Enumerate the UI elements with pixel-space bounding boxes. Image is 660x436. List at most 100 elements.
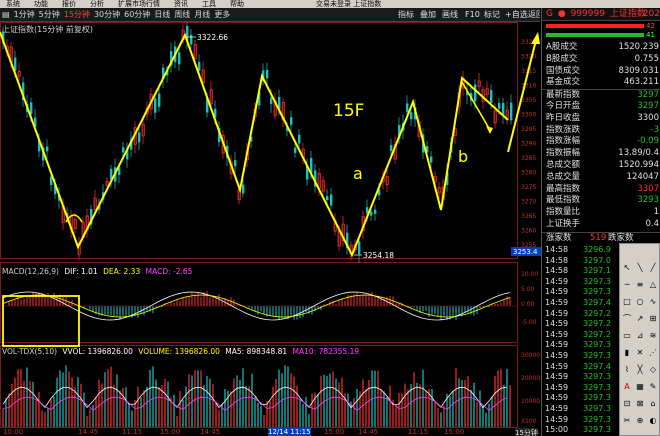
drawing-tool-icon[interactable]: ⊠ (634, 398, 646, 410)
quote-row: 总成交量 124047 (542, 172, 660, 184)
drawing-tool-icon[interactable]: ⌇ (621, 364, 633, 376)
period-icon[interactable]: ▤ (0, 8, 12, 21)
tick-price: 3297.1 (583, 266, 611, 276)
drawing-tool-icon[interactable]: ⊞ (647, 313, 659, 325)
tab-period[interactable]: 30分钟 (92, 8, 122, 21)
quote-row: 指数量比 1 (542, 207, 660, 219)
vol-name: VOL-TDX(5,10) (2, 347, 58, 356)
toolbar-button[interactable]: 返回 (528, 8, 540, 21)
tick-price: 3297.3 (583, 393, 611, 403)
toolbar-button[interactable]: 叠加 (420, 8, 436, 21)
menu-item[interactable]: 资讯 (174, 0, 188, 8)
up-arrowhead (531, 32, 540, 44)
drawing-tool-icon[interactable]: △ (647, 279, 659, 291)
quote-row-label: 最高指数 (546, 183, 581, 194)
tab-period[interactable]: 15分钟 (62, 8, 92, 21)
tab-period[interactable]: 60分钟 (122, 8, 152, 21)
time-axis-label: 15:00 (444, 428, 465, 436)
toolbar-button[interactable]: F10 (465, 8, 480, 21)
menu-bar: 系统 功能 报价 分析 扩展市场行情 资讯 工具 帮助 交易未登录 上证指数 (0, 0, 660, 8)
price-axis-label: 3285 (521, 155, 536, 162)
tick-list[interactable]: 14:58 3296.9 14:58 3297.0 14:58 3297.1 14:59 32… (542, 244, 620, 436)
price-axis-label: 3280 (521, 170, 536, 177)
tick-time: 14:59 (545, 361, 569, 371)
drawing-tool-icon[interactable]: ⌂ (647, 398, 659, 410)
drawing-tool-icon[interactable]: □ (621, 296, 633, 308)
drawing-tool-icon[interactable]: ▦ (634, 381, 646, 393)
menu-item[interactable]: 报价 (62, 0, 76, 8)
drawing-tool-icon[interactable]: ○ (634, 296, 646, 308)
tick-time: 14:59 (545, 298, 569, 307)
drawing-tool-icon[interactable]: ▭ (621, 330, 633, 342)
drawing-tool-icon[interactable]: ∿ (647, 296, 659, 308)
drawing-tool-icon[interactable]: ✎ (647, 381, 659, 393)
current-price-tag: 3253.4 (511, 247, 541, 256)
quote-row-label: 指数振幅 (546, 148, 581, 159)
tab-period[interactable]: 更多 (212, 8, 232, 21)
tick-row: 14:59 3297.3 (542, 286, 620, 297)
drawing-tool-icon[interactable]: ↗ (634, 313, 646, 325)
toolbar-button[interactable]: 指标 (398, 8, 414, 21)
tab-period[interactable]: 月线 (192, 8, 212, 21)
drawing-tool-icon[interactable]: ≋ (647, 330, 659, 342)
tick-price: 3297.0 (583, 255, 611, 265)
time-axis-label: 11:15 (122, 428, 143, 436)
quote-row-value: 1520.239 (618, 42, 659, 52)
menu-item[interactable]: 系统 (6, 0, 20, 8)
drawing-tool-icon[interactable]: ✂ (621, 415, 633, 427)
tab-period[interactable]: 周线 (172, 8, 192, 21)
stock-name: 上证指数 (609, 9, 646, 19)
drawing-tool-icon[interactable]: ⊕ (634, 415, 646, 427)
drawing-tool-icon[interactable]: ▮ (621, 347, 633, 359)
toolbar-button[interactable]: +自选 (505, 8, 528, 21)
buy-bar (546, 24, 644, 28)
tick-row: 14:58 3296.9 (542, 244, 620, 255)
menu-item[interactable]: 工具 (202, 0, 216, 8)
menu-item[interactable]: 功能 (34, 0, 48, 8)
drawing-tool-icon[interactable]: ╳ (634, 364, 646, 376)
tick-time: 14:59 (545, 319, 569, 329)
drawing-tool-icon[interactable]: ↖ (621, 262, 633, 274)
vol-volume: VOLUME: 1396826.00 (138, 347, 220, 356)
tick-row: 14:59 3297.3 (542, 414, 620, 425)
drawing-tool-icon[interactable]: A (621, 381, 633, 393)
drawing-tool-icon[interactable]: ≡ (634, 279, 646, 291)
tick-price: 3297.2 (583, 308, 611, 318)
drawing-tool-icon[interactable]: ⊡ (621, 398, 633, 410)
macd-name: MACD(12,26,9) (2, 267, 59, 276)
tab-period[interactable]: 1分钟 (12, 8, 37, 21)
macd-value: MACD: -2.65 (145, 267, 193, 276)
menu-item[interactable]: 扩展市场行情 (118, 0, 160, 8)
toolbar-button[interactable]: 标记 (484, 8, 500, 21)
drawing-tool-icon[interactable]: ⋰ (647, 347, 659, 359)
drawing-tool-icon[interactable]: ─ (621, 279, 633, 291)
buy-bar-value: 42 (646, 22, 655, 30)
menu-item[interactable]: 帮助 (230, 0, 244, 8)
quote-row: 最新指数 3297 (542, 89, 660, 101)
drawing-tool-icon[interactable]: ⊿ (634, 330, 646, 342)
drawing-tool-icon[interactable]: ◐ (647, 415, 659, 427)
quote-row: 上证换手 0.4 (542, 219, 660, 231)
quote-row-value: 124047 (626, 171, 659, 182)
drawing-tool-icon[interactable]: ⌒ (621, 313, 633, 325)
menu-item[interactable]: 分析 (90, 0, 104, 8)
quote-row-label: 今日开盘 (546, 101, 581, 111)
price-axis-label: 3320 (521, 54, 536, 61)
time-axis-label: 11:15 (408, 428, 429, 436)
drawing-tool-icon[interactable]: ╲ (634, 262, 646, 274)
tick-row: 14:59 3297.2 (542, 329, 620, 340)
quote-row-value: -0.09 (637, 136, 659, 147)
chart-area[interactable]: 3325332033153310330533003295329032853280… (0, 22, 541, 428)
tab-period[interactable]: 5分钟 (37, 8, 62, 21)
toolbar-button[interactable]: 画线 (442, 8, 458, 21)
quote-row-value: 1520.994 (618, 160, 659, 170)
drawing-tool-icon[interactable]: ◇ (647, 364, 659, 376)
drawing-tool-icon[interactable]: ╱ (647, 262, 659, 274)
header-suffix: 202 (642, 9, 660, 19)
tick-time: 14:59 (545, 372, 569, 382)
tab-period[interactable]: 日线 (152, 8, 172, 21)
chart-toolbar: ▤ 1分钟 5分钟 15分钟 30分钟 60分钟 日线 周线 月线 更多 指标 叠加 画线 F10 标记 +自… (0, 8, 540, 22)
drawing-tool-icon[interactable]: ✕ (634, 347, 646, 359)
time-axis-label: 14:45 (358, 428, 379, 436)
tick-price: 3297.3 (583, 414, 611, 424)
